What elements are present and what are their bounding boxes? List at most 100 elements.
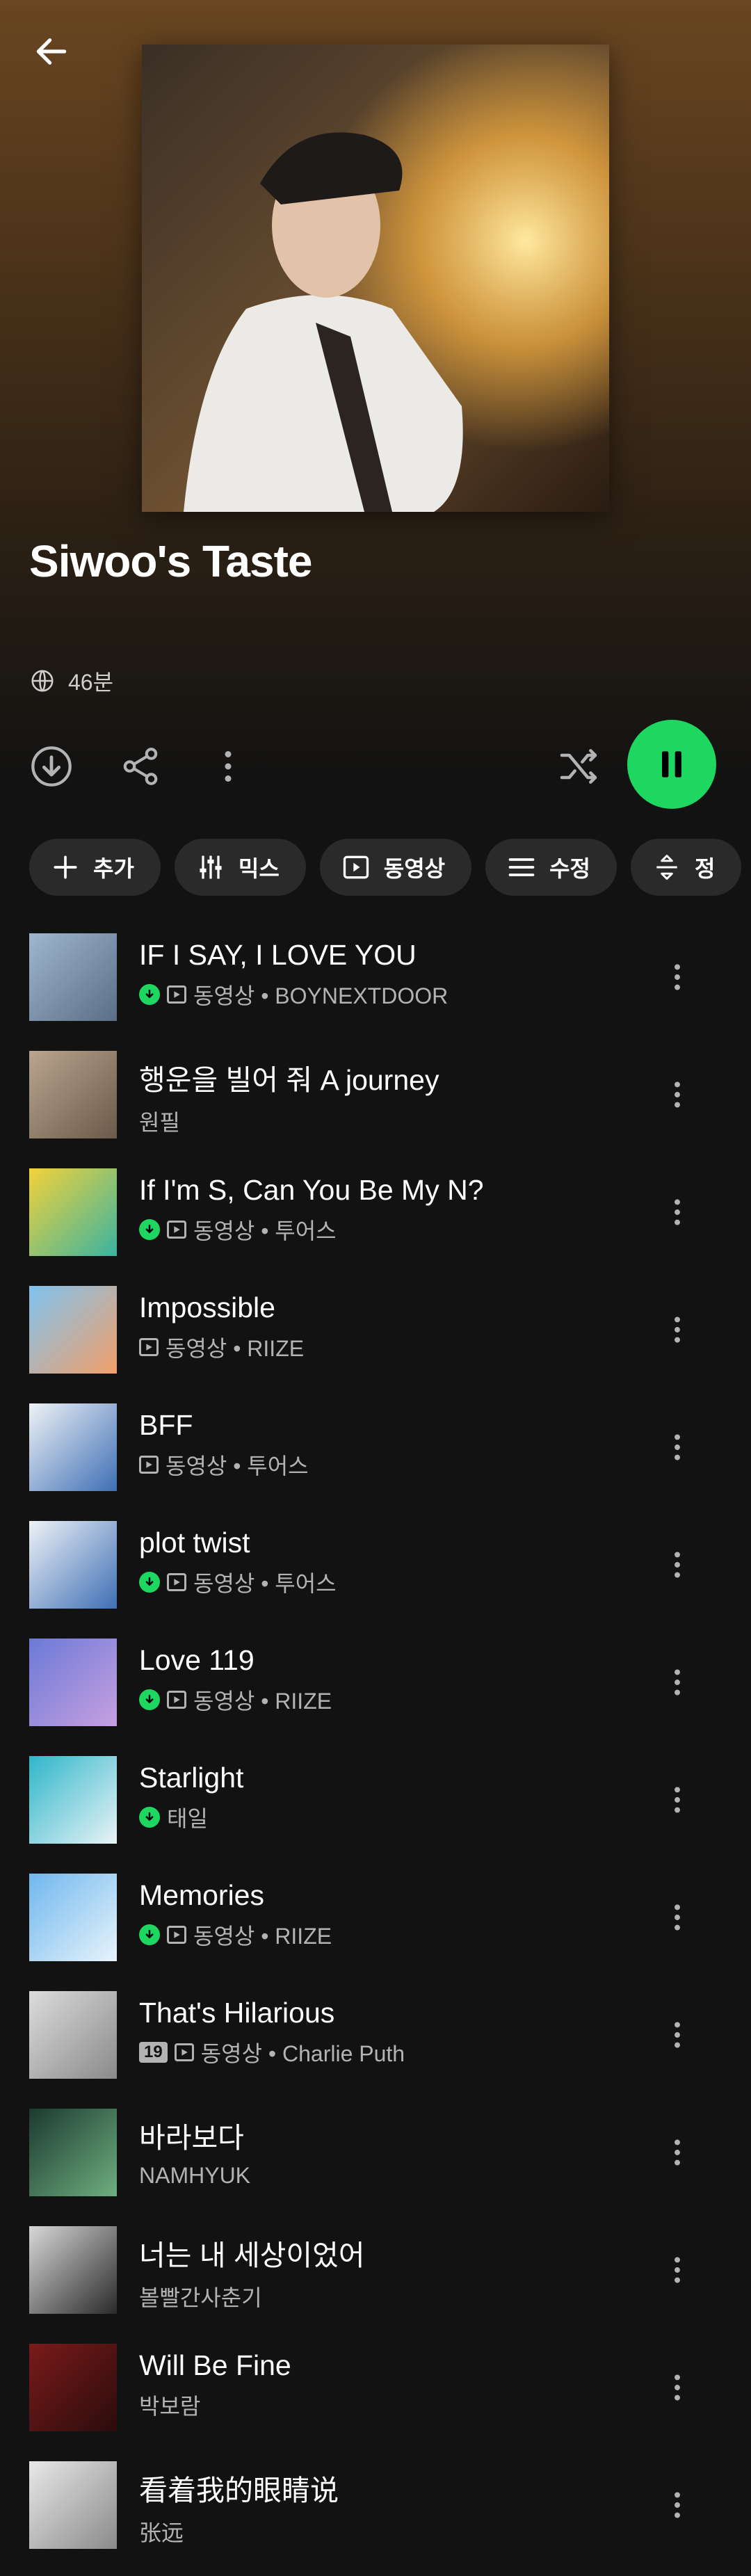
downloaded-icon	[139, 1689, 160, 1710]
track-more-button[interactable]	[654, 1769, 701, 1831]
track-subtitle: 동영상 • RIIZE	[193, 1689, 332, 1714]
track-subtitle-line: 동영상 • BOYNEXTDOOR	[139, 979, 640, 1011]
video-icon	[174, 2043, 194, 2061]
track-row[interactable]: 너는 내 세상이었어 볼빨간사춘기	[0, 2223, 751, 2341]
share-icon	[123, 748, 158, 785]
chip-edit[interactable]: 수정	[485, 839, 617, 896]
track-row[interactable]: 행운을 빌어 줘 A journey 원필	[0, 1048, 751, 1166]
track-info: Starlight 태일	[139, 1762, 640, 1833]
track-title: Starlight	[139, 1762, 244, 1794]
track-artwork	[29, 1286, 117, 1374]
more-options-button[interactable]	[200, 739, 256, 794]
track-row[interactable]: 바라보다 NAMHYUK	[0, 2106, 751, 2223]
track-more-button[interactable]	[654, 946, 701, 1008]
track-subtitle-line: 동영상 • 투어스	[139, 1214, 640, 1246]
more-vertical-icon	[675, 2139, 680, 2166]
track-subtitle: 동영상 • RIIZE	[193, 1924, 332, 1949]
video-icon	[167, 1573, 186, 1591]
track-subtitle-line: 볼빨간사춘기	[139, 2280, 640, 2312]
track-row[interactable]: plot twist 동영상 • 투어스	[0, 1518, 751, 1636]
track-subtitle-line: 태일	[139, 1801, 640, 1833]
track-row[interactable]: 看着我的眼睛说 张远	[0, 2458, 751, 2576]
track-more-button[interactable]	[654, 2356, 701, 2419]
playlist-duration: 46분	[68, 670, 114, 695]
track-artwork	[29, 1051, 117, 1138]
track-row[interactable]: Starlight 태일	[0, 1753, 751, 1871]
filter-chip-row: 추가 믹스 동영상 수정 정	[29, 839, 742, 896]
more-vertical-icon	[675, 2257, 680, 2283]
more-vertical-icon	[675, 1904, 680, 1931]
pause-icon	[662, 751, 681, 778]
track-subtitle-line: 동영상 • 투어스	[139, 1566, 640, 1598]
track-info: plot twist 동영상 • 투어스	[139, 1527, 640, 1598]
track-subtitle: 동영상 • RIIZE	[165, 1336, 305, 1361]
track-info: 행운을 빌어 줘 A journey 원필	[139, 1056, 640, 1137]
chip-sort[interactable]: 정	[631, 839, 742, 896]
video-icon	[343, 855, 369, 879]
downloaded-icon	[139, 1807, 160, 1828]
track-info: 너는 내 세상이었어 볼빨간사춘기	[139, 2232, 640, 2312]
track-artwork	[29, 933, 117, 1021]
track-row[interactable]: Love 119 동영상 • RIIZE	[0, 1636, 751, 1753]
track-row[interactable]: Impossible 동영상 • RIIZE	[0, 1283, 751, 1401]
track-artwork	[29, 2461, 117, 2549]
shuffle-icon	[560, 749, 597, 784]
edit-lines-icon	[508, 858, 535, 876]
track-more-button[interactable]	[654, 2004, 701, 2066]
chip-mix[interactable]: 믹스	[174, 839, 306, 896]
track-more-button[interactable]	[654, 1651, 701, 1714]
track-info: If I'm S, Can You Be My N? 동영상 • 투어스	[139, 1174, 640, 1246]
track-subtitle: 원필	[139, 1110, 180, 1135]
track-subtitle: 동영상 • Charlie Puth	[200, 2041, 405, 2066]
track-row[interactable]: Will Be Fine 박보람	[0, 2341, 751, 2458]
track-more-button[interactable]	[654, 1298, 701, 1361]
video-icon	[167, 1926, 186, 1944]
video-icon	[167, 1221, 186, 1239]
download-button[interactable]	[24, 739, 79, 794]
playlist-title: Siwoo's Taste	[29, 536, 312, 586]
pause-button[interactable]	[627, 720, 716, 809]
track-row[interactable]: BFF 동영상 • 투어스	[0, 1401, 751, 1518]
track-artwork	[29, 1756, 117, 1844]
track-subtitle: 동영상 • 투어스	[165, 1454, 309, 1479]
track-subtitle-line: 동영상 • 투어스	[139, 1449, 640, 1481]
track-title: 바라보다	[139, 2122, 244, 2154]
track-more-button[interactable]	[654, 1886, 701, 1949]
more-vertical-icon	[675, 1317, 680, 1343]
chip-label: 수정	[549, 856, 590, 881]
track-more-button[interactable]	[654, 1416, 701, 1479]
track-more-button[interactable]	[654, 2121, 701, 2184]
track-info: That's Hilarious 19 동영상 • Charlie Puth	[139, 1997, 640, 2068]
more-vertical-icon	[225, 751, 232, 782]
track-more-button[interactable]	[654, 1063, 701, 1126]
track-row[interactable]: That's Hilarious 19 동영상 • Charlie Puth	[0, 1988, 751, 2106]
track-title: That's Hilarious	[139, 1997, 335, 2029]
track-row[interactable]: Memories 동영상 • RIIZE	[0, 1871, 751, 1988]
more-vertical-icon	[675, 2492, 680, 2518]
track-more-button[interactable]	[654, 2474, 701, 2536]
track-info: Memories 동영상 • RIIZE	[139, 1879, 640, 1951]
shuffle-button[interactable]	[551, 739, 606, 794]
video-icon	[139, 1456, 159, 1474]
track-subtitle: 동영상 • 투어스	[193, 1571, 337, 1596]
chip-add[interactable]: 추가	[29, 839, 161, 896]
track-subtitle-line: 동영상 • RIIZE	[139, 1684, 640, 1716]
chip-label: 추가	[93, 856, 134, 881]
track-row[interactable]: IF I SAY, I LOVE YOU 동영상 • BOYNEXTDOOR	[0, 931, 751, 1048]
back-button[interactable]	[26, 26, 76, 77]
track-artwork	[29, 1991, 117, 2079]
download-icon	[31, 746, 72, 787]
share-button[interactable]	[113, 739, 168, 794]
track-row[interactable]: If I'm S, Can You Be My N? 동영상 • 투어스	[0, 1166, 751, 1283]
more-vertical-icon	[675, 1199, 680, 1225]
more-vertical-icon	[675, 2022, 680, 2048]
track-title: 행운을 빌어 줘 A journey	[139, 1064, 439, 1096]
chip-video[interactable]: 동영상	[319, 839, 472, 896]
track-title: 너는 내 세상이었어	[139, 2239, 365, 2271]
track-more-button[interactable]	[654, 1533, 701, 1596]
track-more-button[interactable]	[654, 1181, 701, 1243]
track-list: IF I SAY, I LOVE YOU 동영상 • BOYNEXTDOOR 행…	[0, 931, 751, 2576]
track-title: Impossible	[139, 1291, 275, 1323]
track-more-button[interactable]	[654, 2239, 701, 2301]
track-info: Love 119 동영상 • RIIZE	[139, 1644, 640, 1716]
